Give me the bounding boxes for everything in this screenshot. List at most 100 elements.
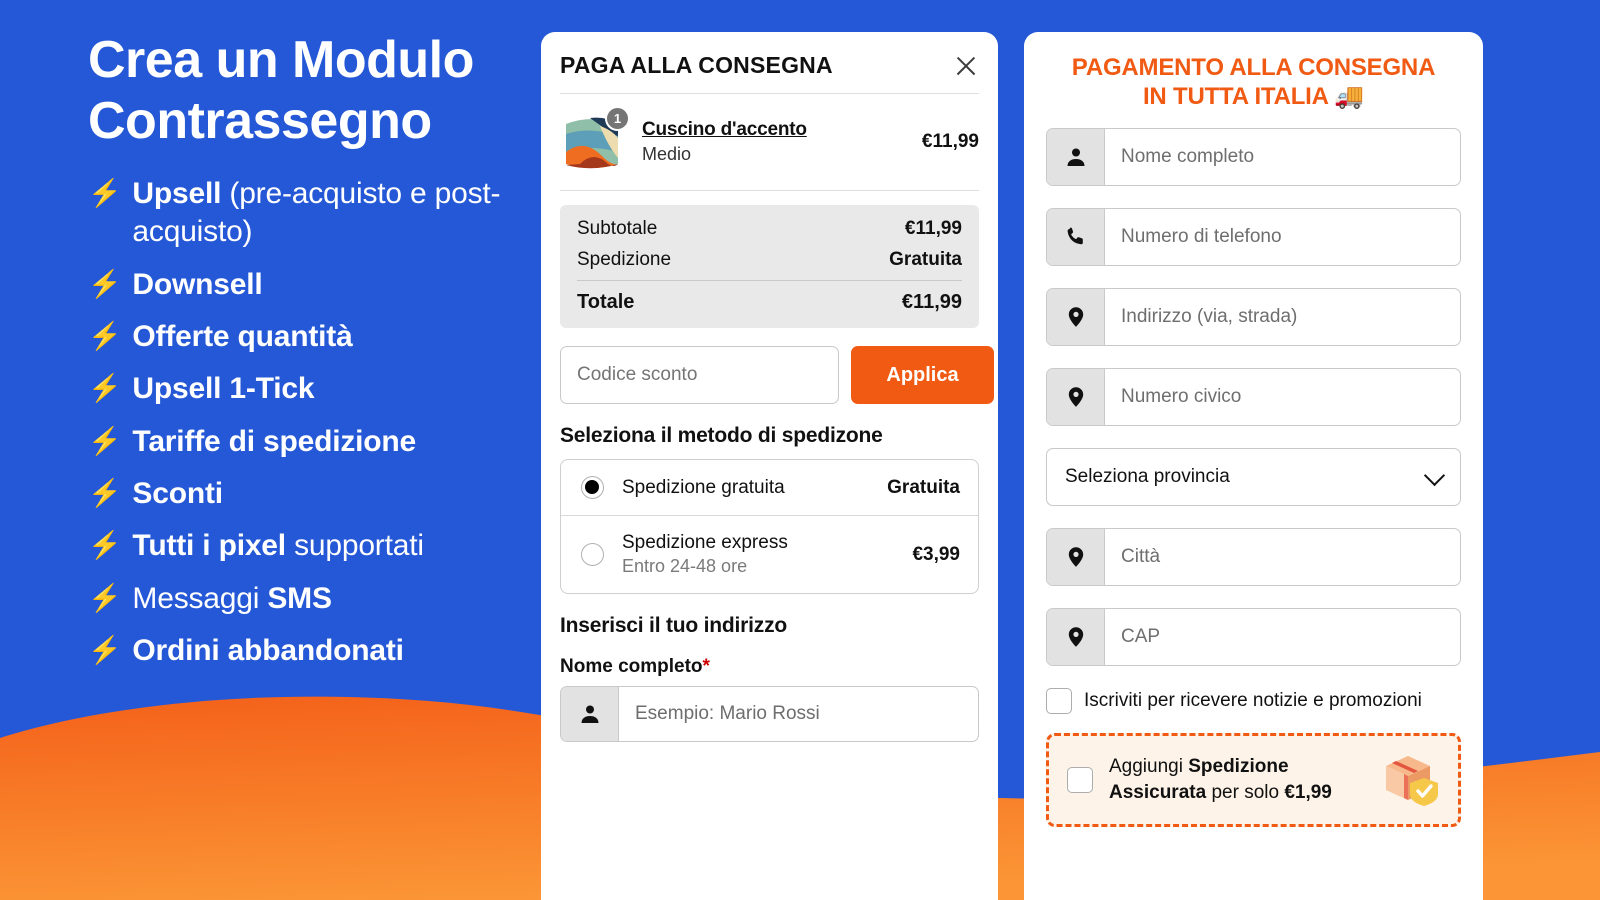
feature-bold: Sconti — [132, 477, 223, 511]
cod-title-line1: PAGAMENTO ALLA CONSEGNA — [1071, 54, 1436, 81]
discount-code-row: Applica — [560, 346, 994, 404]
feature-item-downsell: ⚡ Downsell — [88, 266, 538, 304]
lightning-bolt-icon: ⚡ — [88, 635, 122, 666]
newsletter-checkbox-row[interactable]: Iscriviti per ricevere notizie e promozi… — [1046, 687, 1461, 714]
province-select[interactable]: Seleziona provincia — [1046, 447, 1461, 506]
total-label: Totale — [577, 291, 635, 313]
lightning-bolt-icon: ⚡ — [88, 582, 122, 613]
feature-item-ordini-abbandonati: ⚡ Ordini abbandonati — [88, 632, 538, 670]
cod-name-input-row — [1046, 127, 1461, 186]
province-select-value: Seleziona provincia — [1065, 465, 1230, 487]
cod-phone-input-row — [1046, 207, 1461, 266]
feature-bold: Tutti i pixel — [132, 529, 286, 563]
feature-bold: Ordini abbandonati — [132, 634, 404, 668]
feature-item-offerte-quantita: ⚡ Offerte quantità — [88, 318, 538, 356]
cod-civic-input[interactable] — [1105, 368, 1460, 425]
shipping-option-name: Spedizione gratuita — [622, 476, 785, 498]
newsletter-checkbox[interactable] — [1046, 687, 1072, 714]
promo-title: Crea un Modulo Contrassegno — [88, 31, 474, 151]
checkout-header: PAGA ALLA CONSEGNA — [560, 32, 979, 93]
cod-civic-input-row — [1046, 367, 1461, 426]
cod-title-line2: IN TUTTA ITALIA — [1142, 83, 1328, 111]
shipping-option-price: Gratuita — [887, 476, 960, 498]
required-mark: * — [702, 656, 710, 677]
total-value: €11,99 — [901, 291, 962, 313]
cod-city-input-row — [1046, 527, 1461, 586]
cod-form-card: PAGAMENTO ALLA CONSEGNA IN TUTTA ITALIA … — [1024, 32, 1483, 900]
discount-code-input[interactable] — [560, 346, 839, 404]
cod-cap-input[interactable] — [1105, 608, 1460, 665]
feature-lead: Messaggi — [132, 581, 268, 615]
product-price: €11,99 — [921, 131, 979, 152]
cod-cap-input-row — [1046, 607, 1461, 666]
promo-column: Crea un Modulo Contrassegno ⚡ Upsell (pr… — [88, 30, 538, 685]
newsletter-label: Iscriviti per ricevere notizie e promozi… — [1084, 689, 1422, 711]
shipping-option-sub: Entro 24-48 ore — [622, 556, 748, 576]
apply-discount-button[interactable]: Applica — [851, 346, 994, 404]
map-pin-icon — [1047, 608, 1105, 665]
map-pin-icon — [1047, 288, 1105, 345]
cod-phone-input[interactable] — [1105, 208, 1460, 265]
upsell-bold-price: €1,99 — [1284, 781, 1332, 803]
feature-bold: SMS — [267, 581, 332, 615]
lightning-bolt-icon: ⚡ — [88, 320, 122, 351]
checkout-card: PAGA ALLA CONSEGNA 1 Cuscino d'accento M… — [541, 32, 998, 900]
shipping-method-list: Spedizione gratuita Gratuita Spedizione … — [560, 459, 979, 594]
person-icon — [561, 687, 619, 741]
shipping-label: Spedizione — [577, 249, 672, 270]
lightning-bolt-icon: ⚡ — [88, 478, 122, 509]
cod-name-input[interactable] — [1105, 128, 1460, 185]
phone-icon — [1047, 208, 1105, 265]
shipping-row: Spedizione Gratuita — [577, 249, 962, 271]
subtotal-value: €11,99 — [904, 218, 962, 239]
product-thumb-wrapper: 1 — [560, 106, 630, 176]
shipping-value: Gratuita — [889, 249, 962, 270]
insured-shipping-checkbox[interactable] — [1067, 766, 1093, 793]
close-icon[interactable] — [953, 53, 979, 79]
name-input-row — [560, 686, 979, 742]
feature-item-upsell-1-tick: ⚡ Upsell 1-Tick — [88, 370, 538, 408]
insured-shipping-upsell[interactable]: Aggiungi Spedizione Assicurata per solo … — [1046, 732, 1461, 827]
subtotal-label: Subtotale — [577, 218, 658, 239]
feature-bold: Upsell — [132, 176, 222, 210]
product-name-link[interactable]: Cuscino d'accento — [642, 119, 908, 141]
shipping-option-free-text: Spedizione gratuita — [622, 477, 869, 499]
delivery-truck-icon: 🚚 — [1334, 83, 1365, 111]
totals-divider — [577, 280, 962, 281]
promo-banner: Crea un Modulo Contrassegno ⚡ Upsell (pr… — [0, 0, 1600, 900]
radio-icon-express[interactable] — [581, 543, 604, 566]
lightning-bolt-icon: ⚡ — [88, 268, 122, 299]
chevron-down-icon — [1423, 464, 1446, 486]
shipping-option-free[interactable]: Spedizione gratuita Gratuita — [561, 460, 978, 515]
lightning-bolt-icon: ⚡ — [88, 177, 122, 208]
feature-rest: supportati — [285, 529, 424, 563]
cod-address-input[interactable] — [1105, 288, 1460, 345]
radio-icon-free[interactable] — [581, 476, 604, 499]
map-pin-icon — [1047, 368, 1105, 425]
checkout-title: PAGA ALLA CONSEGNA — [560, 52, 833, 78]
product-quantity-badge: 1 — [605, 106, 630, 131]
product-line-item: 1 Cuscino d'accento Medio €11,99 — [560, 94, 979, 190]
divider — [560, 190, 979, 191]
shipping-option-express[interactable]: Spedizione express Entro 24-48 ore €3,99 — [561, 515, 978, 593]
address-section-title: Inserisci il tuo indirizzo — [560, 614, 787, 637]
feature-bold: Tariffe di spedizione — [132, 424, 417, 458]
cod-city-input[interactable] — [1105, 528, 1460, 585]
upsell-mid: per solo — [1206, 781, 1285, 803]
insured-shipping-text: Aggiungi Spedizione Assicurata per solo … — [1109, 754, 1362, 804]
shipping-option-price: €3,99 — [912, 543, 960, 565]
map-pin-icon — [1047, 528, 1105, 585]
feature-bold: Downsell — [132, 267, 263, 301]
insured-package-icon — [1378, 752, 1442, 808]
shipping-option-express-text: Spedizione express Entro 24-48 ore — [622, 532, 894, 577]
feature-bold: Offerte quantità — [132, 319, 353, 353]
cod-form-title: PAGAMENTO ALLA CONSEGNA IN TUTTA ITALIA … — [1046, 32, 1461, 128]
total-row: Totale €11,99 — [577, 291, 962, 314]
feature-item-tutti-i-pixel: ⚡ Tutti i pixel supportati — [88, 527, 538, 565]
feature-item-sconti: ⚡ Sconti — [88, 475, 538, 513]
shipping-method-title: Seleziona il metodo di spedizone — [560, 424, 883, 447]
upsell-lead: Aggiungi — [1109, 756, 1189, 778]
name-input[interactable] — [619, 687, 978, 741]
lightning-bolt-icon: ⚡ — [88, 530, 122, 561]
lightning-bolt-icon: ⚡ — [88, 373, 122, 404]
